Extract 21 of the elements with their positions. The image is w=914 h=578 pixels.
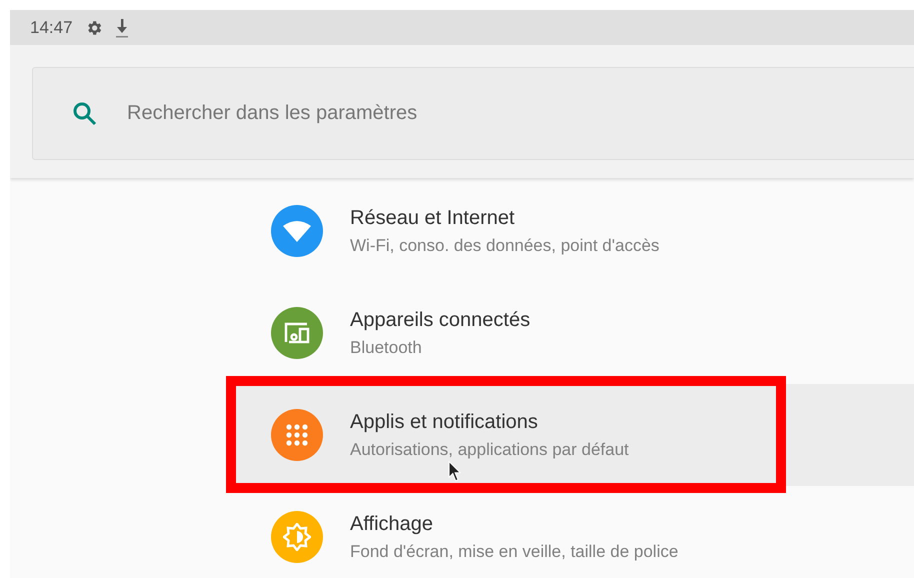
item-subtitle: Autorisations, applications par défaut — [350, 440, 629, 460]
item-title: Affichage — [350, 512, 434, 536]
download-icon — [114, 18, 129, 38]
pointer-icon — [448, 461, 462, 483]
grid-icon — [286, 424, 308, 446]
settings-item[interactable]: Affichage Fond d'écran, mise en veille, taille de police — [235, 486, 914, 578]
search-icon — [72, 101, 98, 127]
item-title: Réseau et Internet — [350, 206, 516, 230]
item-subtitle: Bluetooth — [350, 338, 423, 358]
brightness-icon — [283, 523, 311, 551]
item-title: Appareils connectés — [350, 308, 530, 332]
item-subtitle: Wi-Fi, conso. des données, point d'accès — [350, 236, 660, 256]
wifi-icon — [283, 220, 311, 242]
status-time: 14:47 — [30, 18, 73, 38]
settings-item[interactable]: Appareils connectés Bluetooth — [235, 282, 914, 384]
settings-item[interactable]: Applis et notifications Autorisations, applications par défaut — [235, 384, 914, 486]
devices-icon — [283, 322, 311, 344]
item-title: Applis et notifications — [350, 410, 539, 434]
settings-item[interactable]: Réseau et Internet Wi-Fi, conso. des données, point d'accès — [235, 180, 914, 282]
search-field[interactable]: Rechercher dans les paramètres — [32, 67, 914, 160]
item-subtitle: Fond d'écran, mise en veille, taille de police — [350, 542, 678, 562]
